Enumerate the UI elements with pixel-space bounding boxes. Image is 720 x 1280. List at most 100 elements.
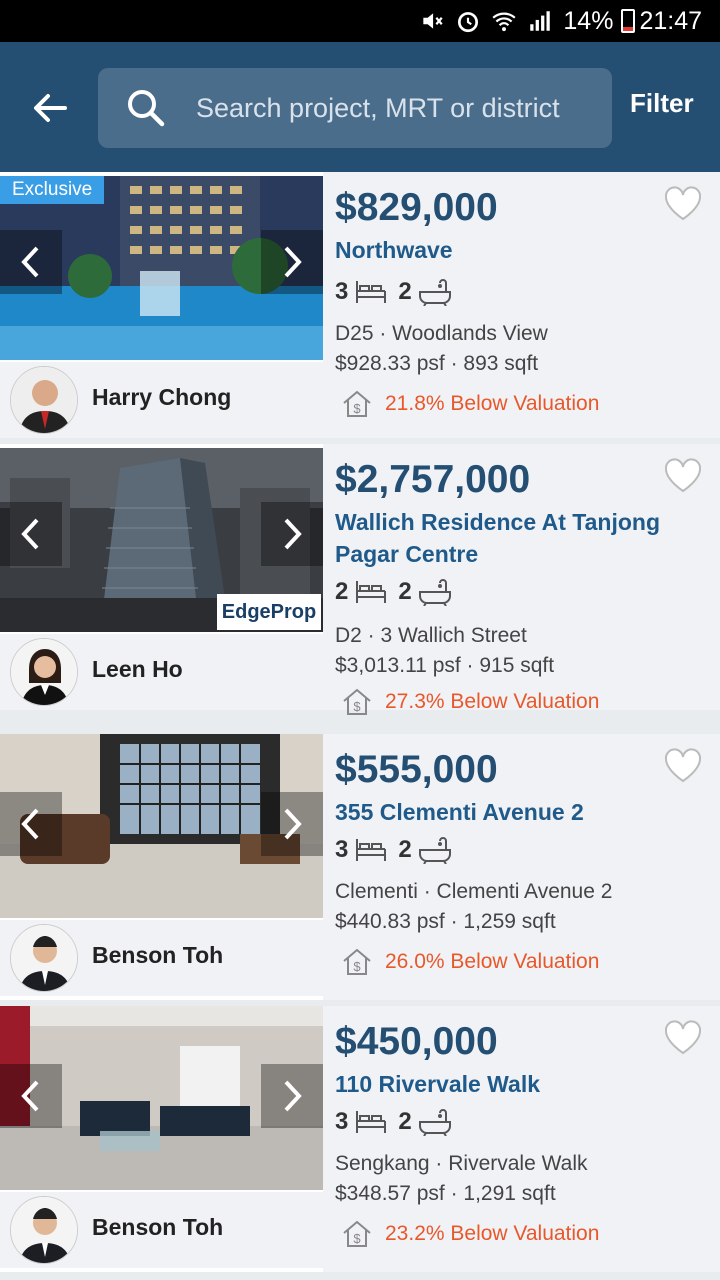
valuation-tag: $ 27.3% Below Valuation — [341, 686, 599, 718]
search-bar[interactable] — [98, 68, 612, 148]
room-counts: 2 2 — [335, 578, 462, 606]
listing-card[interactable]: EdgeProp Leen Ho $2,757,000 Wallich Resi… — [0, 444, 720, 715]
avatar — [10, 366, 78, 434]
listing-card[interactable]: Benson Toh $555,000 355 Clementi Avenue … — [0, 734, 720, 1000]
house-dollar-icon: $ — [343, 1220, 371, 1247]
listing-name[interactable]: Northwave — [335, 234, 705, 266]
chevron-right-icon — [284, 246, 302, 278]
photo-prev-button[interactable] — [0, 792, 62, 856]
chevron-right-icon — [284, 808, 302, 840]
back-button[interactable] — [26, 84, 74, 132]
house-dollar-icon: $ — [343, 688, 371, 715]
edgeprop-watermark: EdgeProp — [217, 594, 321, 630]
bath-count: 2 — [398, 1108, 412, 1135]
svg-text:$: $ — [353, 1231, 361, 1246]
app-header: Filter — [0, 42, 720, 172]
listing-name[interactable]: 355 Clementi Avenue 2 — [335, 796, 705, 828]
agent-row[interactable]: Benson Toh — [0, 920, 323, 996]
listing-price: $829,000 — [335, 186, 498, 229]
status-bar: 14% 21:47 — [0, 0, 720, 42]
filter-button[interactable]: Filter — [630, 88, 694, 119]
bath-count: 2 — [398, 836, 412, 863]
battery-percent: 14% — [563, 6, 614, 35]
listing-price: $555,000 — [335, 748, 498, 791]
bed-icon — [356, 1111, 387, 1133]
signal-icon — [530, 11, 551, 31]
clock: 21:47 — [639, 6, 702, 35]
search-icon — [128, 90, 165, 127]
heart-icon[interactable] — [663, 458, 703, 494]
photo-prev-button[interactable] — [0, 1064, 62, 1128]
bed-count: 3 — [335, 278, 349, 305]
photo-next-button[interactable] — [261, 230, 323, 294]
avatar — [10, 924, 78, 992]
bed-count: 3 — [335, 836, 349, 863]
photo-prev-button[interactable] — [0, 502, 62, 566]
photo-prev-button[interactable] — [0, 230, 62, 294]
agent-row[interactable]: Harry Chong — [0, 362, 323, 438]
chevron-right-icon — [284, 518, 302, 550]
room-counts: 3 2 — [335, 278, 462, 306]
valuation-text: 23.2% Below Valuation — [385, 1222, 600, 1245]
listing-info: $829,000 Northwave 3 2 D25 · Woodlands V… — [323, 172, 720, 438]
mute-icon — [423, 13, 443, 29]
photo-next-button[interactable] — [261, 1064, 323, 1128]
wifi-icon — [492, 12, 516, 32]
svg-text:$: $ — [353, 699, 361, 714]
svg-text:$: $ — [353, 401, 361, 416]
heart-icon[interactable] — [663, 748, 703, 784]
room-counts: 3 2 — [335, 1108, 462, 1136]
listing-card[interactable]: Exclusive Harry Chong $829,000 Northwave… — [0, 172, 720, 438]
listing-card[interactable]: Benson Toh $450,000 110 Rivervale Walk 3… — [0, 1006, 720, 1272]
agent-name: Benson Toh — [92, 942, 224, 968]
valuation-tag: $ 23.2% Below Valuation — [341, 1218, 599, 1250]
avatar — [10, 638, 78, 706]
house-dollar-icon: $ — [343, 948, 371, 975]
chevron-left-icon — [21, 518, 39, 550]
back-arrow-icon — [34, 94, 67, 122]
photo-next-button[interactable] — [261, 792, 323, 856]
listing-info: $450,000 110 Rivervale Walk 3 2 Sengkang… — [323, 1006, 720, 1272]
listing-psf: $3,013.11 psf · 915 sqft — [335, 654, 555, 677]
listing-location: D25 · Woodlands View — [335, 322, 548, 345]
listing-psf: $440.83 psf · 1,259 sqft — [335, 910, 556, 933]
listing-name[interactable]: Wallich Residence At Tanjong Pagar Centr… — [335, 506, 705, 570]
chevron-right-icon — [284, 1080, 302, 1112]
valuation-tag: $ 21.8% Below Valuation — [341, 388, 599, 420]
room-counts: 3 2 — [335, 836, 462, 864]
agent-name: Leen Ho — [92, 656, 183, 682]
bath-icon — [418, 837, 451, 864]
bath-icon — [418, 279, 451, 306]
bed-count: 3 — [335, 1108, 349, 1135]
valuation-text: 21.8% Below Valuation — [385, 392, 600, 415]
chevron-left-icon — [21, 1080, 39, 1112]
bed-icon — [356, 281, 387, 303]
bath-icon — [418, 579, 451, 606]
battery-icon — [621, 9, 636, 33]
listing-price: $450,000 — [335, 1020, 498, 1063]
listing-list: Exclusive Harry Chong $829,000 Northwave… — [0, 172, 720, 1278]
listing-info: $555,000 355 Clementi Avenue 2 3 2 Cleme… — [323, 734, 720, 1000]
bed-icon — [356, 581, 387, 603]
bath-icon — [418, 1109, 451, 1136]
listing-psf: $348.57 psf · 1,291 sqft — [335, 1182, 556, 1205]
search-input[interactable] — [196, 92, 596, 124]
agent-row[interactable]: Leen Ho — [0, 634, 323, 710]
status-icons — [419, 8, 553, 34]
agent-row[interactable]: Benson Toh — [0, 1192, 323, 1268]
alarm-icon — [458, 12, 479, 33]
photo-next-button[interactable] — [261, 502, 323, 566]
heart-icon[interactable] — [663, 1020, 703, 1056]
valuation-tag: $ 26.0% Below Valuation — [341, 946, 599, 978]
svg-text:$: $ — [353, 959, 361, 974]
listing-psf: $928.33 psf · 893 sqft — [335, 352, 539, 375]
listing-location: Sengkang · Rivervale Walk — [335, 1152, 588, 1175]
listing-location: Clementi · Clementi Avenue 2 — [335, 880, 613, 903]
agent-name: Harry Chong — [92, 384, 232, 410]
bath-count: 2 — [398, 578, 412, 605]
bed-count: 2 — [335, 578, 349, 605]
heart-icon[interactable] — [663, 186, 703, 222]
listing-name[interactable]: 110 Rivervale Walk — [335, 1068, 705, 1100]
agent-name: Benson Toh — [92, 1214, 224, 1240]
exclusive-badge: Exclusive — [0, 176, 105, 204]
